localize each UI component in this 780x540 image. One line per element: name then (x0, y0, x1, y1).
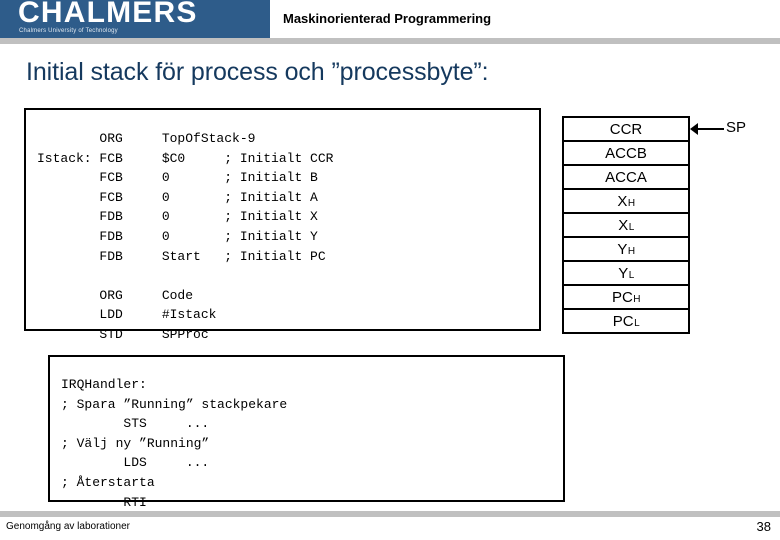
page-title: Initial stack för process och ”processby… (26, 58, 489, 86)
stack-frame-table: CCR ACCB ACCA XH XL YH YL PC H PC L (562, 116, 690, 334)
chalmers-wordmark: CHALMERS (18, 0, 198, 29)
stack-pointer-label: SP (726, 119, 747, 136)
stack-row: YH (564, 238, 688, 262)
arrow-line (696, 128, 724, 130)
stack-row: CCR (564, 118, 688, 142)
chalmers-tagline: Chalmers University of Technology (19, 28, 118, 34)
course-title: Maskinorienterad Programmering (283, 11, 492, 26)
code-text-initial-stack: ORG TopOfStack-9 Istack: FCB $C0 ; Initi… (37, 131, 334, 342)
chalmers-logo: CHALMERS Chalmers University of Technolo… (0, 0, 270, 38)
footer-label: Genomgång av laborationer (6, 521, 130, 532)
stack-row: PC H (564, 286, 688, 310)
page-number: 38 (756, 519, 771, 534)
code-text-irq-handler: IRQHandler: ; Spara ”Running” stackpekar… (61, 377, 288, 510)
code-block-initial-stack: ORG TopOfStack-9 Istack: FCB $C0 ; Initi… (24, 108, 541, 342)
stack-row: XL (564, 214, 688, 238)
header-divider (0, 38, 780, 44)
slide-header: CHALMERS Chalmers University of Technolo… (0, 0, 780, 38)
stack-row: ACCA (564, 166, 688, 190)
stack-row: PC L (564, 310, 688, 334)
footer-divider (0, 511, 780, 517)
stack-row: ACCB (564, 142, 688, 166)
code-block-irq-handler: IRQHandler: ; Spara ”Running” stackpekar… (48, 355, 565, 510)
stack-pointer-annotation: SP (690, 118, 776, 140)
stack-row: YL (564, 262, 688, 286)
stack-row: XH (564, 190, 688, 214)
